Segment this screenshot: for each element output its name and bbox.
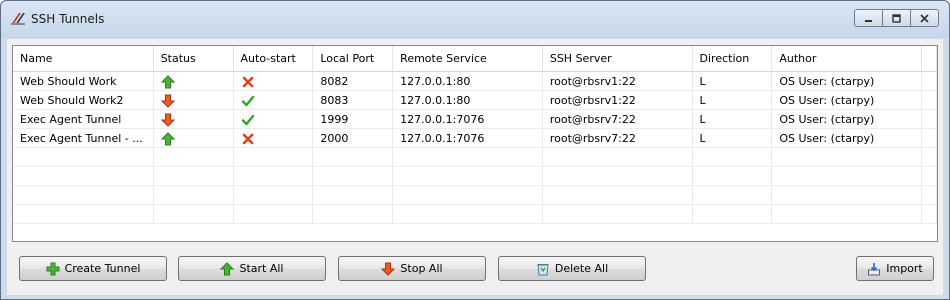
client-area: Name Status Auto-start Local Port Remote… — [7, 39, 943, 295]
cross-icon — [242, 133, 253, 145]
column-header-remote-service[interactable]: Remote Service — [393, 46, 543, 72]
stop-all-button[interactable]: Stop All — [338, 256, 486, 281]
status-down-icon — [160, 113, 175, 127]
window-controls — [854, 9, 939, 27]
empty-row — [13, 148, 937, 167]
cell-status — [154, 110, 234, 129]
delete-all-label: Delete All — [554, 262, 609, 275]
stop-arrow-down-icon — [381, 262, 396, 276]
status-down-icon — [160, 94, 175, 108]
table-row[interactable]: Web Should Work 8082 127.0.0.1:80 root@rbsr… — [13, 72, 937, 91]
cell-remote-service: 127.0.0.1:80 — [393, 72, 543, 91]
column-header-autostart[interactable]: Auto-start — [234, 46, 314, 72]
cell-local-port: 8082 — [313, 72, 394, 91]
cell-remote-service: 127.0.0.1:7076 — [393, 129, 543, 148]
tunnel-app-icon — [11, 13, 25, 25]
cell-autostart[interactable] — [234, 129, 314, 148]
cell-ssh-server: root@rbsrv7:22 — [543, 110, 693, 129]
empty-row — [13, 186, 937, 205]
cell-status — [154, 72, 234, 91]
cell-author: OS User: (ctarpy) — [772, 129, 923, 148]
cell-ssh-server: root@rbsrv1:22 — [543, 91, 693, 110]
cell-autostart[interactable] — [234, 91, 314, 110]
start-arrow-up-icon — [220, 261, 235, 275]
stop-all-label: Stop All — [400, 262, 443, 275]
table-row[interactable]: Exec Agent Tunnel - ... 2000 127.0.0.1:707… — [13, 129, 937, 148]
create-tunnel-button[interactable]: Create Tunnel — [19, 256, 167, 281]
close-button[interactable] — [910, 9, 939, 27]
cell-author: OS User: (ctarpy) — [772, 110, 923, 129]
empty-row — [13, 167, 937, 186]
cell-direction: L — [693, 91, 773, 110]
start-all-button[interactable]: Start All — [178, 256, 326, 281]
check-icon — [241, 114, 254, 126]
status-up-icon — [160, 75, 175, 89]
cell-name: Web Should Work2 — [13, 91, 154, 110]
cell-status — [154, 91, 234, 110]
column-header-local-port[interactable]: Local Port — [313, 46, 394, 72]
cell-filler — [922, 72, 937, 91]
cell-author: OS User: (ctarpy) — [772, 91, 923, 110]
window-title: SSH Tunnels — [31, 12, 105, 26]
minimize-icon — [865, 19, 872, 22]
tunnels-table: Name Status Auto-start Local Port Remote… — [12, 45, 938, 242]
import-button[interactable]: Import — [856, 256, 934, 281]
cell-direction: L — [693, 72, 773, 91]
cell-author: OS User: (ctarpy) — [772, 72, 923, 91]
cell-direction: L — [693, 129, 773, 148]
cell-name: Exec Agent Tunnel - ... — [13, 129, 154, 148]
import-icon — [868, 262, 881, 275]
cell-direction: L — [693, 110, 773, 129]
empty-row — [13, 205, 937, 224]
column-header-author[interactable]: Author — [772, 46, 923, 72]
create-tunnel-label: Create Tunnel — [64, 262, 141, 275]
table-body: Web Should Work 8082 127.0.0.1:80 root@rbsr… — [13, 72, 937, 224]
cell-ssh-server: root@rbsrv1:22 — [543, 72, 693, 91]
cell-filler — [922, 110, 937, 129]
start-all-label: Start All — [239, 262, 284, 275]
cell-name: Web Should Work — [13, 72, 154, 91]
button-bar: Create Tunnel Start All Stop All Delete … — [7, 249, 943, 289]
add-icon — [46, 262, 60, 275]
cell-remote-service: 127.0.0.1:7076 — [393, 110, 543, 129]
import-label: Import — [886, 262, 923, 275]
cell-status — [154, 129, 234, 148]
table-row[interactable]: Exec Agent Tunnel 1999 127.0.0.1:7076 root@… — [13, 110, 937, 129]
status-up-icon — [160, 132, 175, 146]
column-header-filler — [922, 46, 937, 72]
cell-filler — [922, 129, 937, 148]
cell-local-port: 2000 — [313, 129, 394, 148]
cell-autostart[interactable] — [234, 72, 314, 91]
maximize-button[interactable] — [882, 9, 911, 27]
column-header-ssh-server[interactable]: SSH Server — [543, 46, 693, 72]
table-row[interactable]: Web Should Work2 8083 127.0.0.1:80 root@rbs… — [13, 91, 937, 110]
cell-ssh-server: root@rbsrv7:22 — [543, 129, 693, 148]
table-header: Name Status Auto-start Local Port Remote… — [13, 46, 937, 72]
cell-name: Exec Agent Tunnel — [13, 110, 154, 129]
cell-local-port: 1999 — [313, 110, 394, 129]
title-bar[interactable]: SSH Tunnels — [1, 1, 949, 38]
ssh-tunnels-window: SSH Tunnels Name Status Auto-start Local… — [0, 0, 950, 300]
check-icon — [241, 95, 254, 107]
cell-filler — [922, 91, 937, 110]
column-header-status[interactable]: Status — [154, 46, 234, 72]
column-header-name[interactable]: Name — [13, 46, 154, 72]
maximize-icon — [892, 13, 901, 23]
recycle-bin-icon — [537, 263, 549, 275]
cross-icon — [242, 76, 253, 88]
minimize-button[interactable] — [854, 9, 883, 27]
column-header-direction[interactable]: Direction — [693, 46, 773, 72]
cell-autostart[interactable] — [234, 110, 314, 129]
cell-local-port: 8083 — [313, 91, 394, 110]
close-icon — [920, 13, 929, 23]
cell-remote-service: 127.0.0.1:80 — [393, 91, 543, 110]
delete-all-button[interactable]: Delete All — [498, 256, 646, 281]
